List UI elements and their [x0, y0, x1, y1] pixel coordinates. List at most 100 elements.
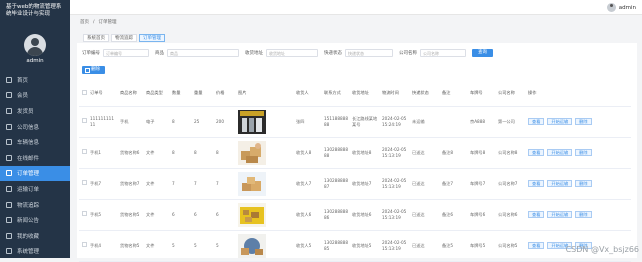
filter-label-company: 公司名称 [399, 51, 417, 56]
cell-goods-name: 货物名称7 [117, 168, 143, 200]
table-row: 手机5 货物名称5 文件 6 6 6 收货人6 13028888886 收货地址… [79, 199, 631, 231]
start-transport-button[interactable]: 开始运输 [547, 149, 573, 156]
goods-input[interactable]: 商品 [167, 49, 239, 57]
cell-company: 公司名称6 [495, 199, 525, 231]
cell-price: 6 [213, 199, 235, 231]
top-user-menu[interactable]: admin [606, 3, 636, 12]
cell-time: 2024-02-05 15:24:19 [379, 106, 409, 138]
cell-receiver: 收货人7 [293, 168, 321, 200]
sidebar-item-home[interactable]: 首页 [0, 72, 70, 88]
delete-button[interactable]: 删除 [575, 118, 592, 125]
delete-button[interactable]: 删除 [575, 180, 592, 187]
cell-status: 未运输 [409, 106, 439, 138]
admin-avatar[interactable] [24, 34, 46, 56]
sidebar-item-member[interactable]: 会员 [0, 88, 70, 104]
row-checkbox[interactable] [82, 149, 87, 155]
sidebar-item-system[interactable]: 系统管理 [0, 244, 70, 260]
cell-remark: 备注5 [439, 230, 467, 262]
parcel-image [238, 202, 266, 227]
cell-price: 8 [213, 137, 235, 169]
sidebar-item-shipper[interactable]: 发货员 [0, 103, 70, 119]
cell-remark: 备注7 [439, 168, 467, 200]
watermark: CSDN @Vx_bsjz66 [565, 245, 639, 254]
cell-goods-name: 货物名称5 [117, 199, 143, 231]
top-username: admin [618, 4, 636, 11]
cell-price: 5 [213, 230, 235, 262]
batch-delete-button[interactable]: 删除 [82, 66, 105, 74]
home-icon [6, 76, 12, 83]
sidebar-item-company[interactable]: 公司信息 [0, 119, 70, 135]
cell-receiver: 张四 [293, 106, 321, 138]
delete-button[interactable]: 删除 [575, 211, 592, 218]
cell-plate: 车牌号8 [467, 137, 495, 169]
cell-order-no: 手机7 [87, 168, 117, 200]
sidebar-item-news[interactable]: 新闻公告 [0, 212, 70, 228]
cell-receiver: 收货人6 [293, 199, 321, 231]
tab-tracking[interactable]: 物流追踪 [111, 34, 137, 42]
sidebar-item-vehicle[interactable]: 车辆信息 [0, 134, 70, 150]
start-transport-button[interactable]: 开始运输 [547, 118, 573, 125]
delete-button[interactable]: 删除 [575, 149, 592, 156]
breadcrumb-home[interactable]: 首页 [80, 20, 89, 25]
row-checkbox[interactable] [82, 118, 87, 124]
cell-order-no: 手机4 [87, 230, 117, 262]
row-checkbox[interactable] [82, 211, 87, 217]
cell-price: 200 [213, 106, 235, 138]
search-button[interactable]: 查询 [472, 49, 493, 57]
tab-orders[interactable]: 订单管理 [139, 34, 165, 42]
company-input[interactable]: 公司名称 [420, 49, 466, 57]
parcel-image [238, 140, 266, 165]
avatar[interactable] [606, 3, 616, 12]
order-no-input[interactable]: 订单编号 [103, 49, 149, 57]
tab-home[interactable]: 系统首页 [83, 34, 109, 42]
cell-phone: 13028888888 [321, 137, 349, 169]
cell-company: 第一公司 [495, 106, 525, 138]
view-button[interactable]: 查看 [528, 242, 545, 249]
sidebar-item-favorites[interactable]: 我的收藏 [0, 228, 70, 244]
sidebar-item-mail[interactable]: 在线邮件 [0, 150, 70, 166]
view-button[interactable]: 查看 [528, 211, 545, 218]
cell-time: 2024-02-05 15:13:19 [379, 230, 409, 262]
breadcrumb-current: 订单管理 [98, 20, 117, 25]
cell-weight: 7 [191, 168, 213, 200]
cell-plate: 车牌号6 [467, 199, 495, 231]
view-button[interactable]: 查看 [528, 149, 545, 156]
truck-icon [6, 139, 12, 146]
orders-table: 订单号 商品名称 商品类型 数量 重量 价格 图片 收货人 联系方式 收货地址 … [79, 81, 631, 262]
breadcrumb-separator: / [93, 20, 95, 25]
main-area: 首页 / 订单管理 系统首页 物流追踪 订单管理 订单编号 订单编号 商品 商品 收… [70, 15, 642, 262]
cell-address: 收货地址5 [349, 230, 379, 262]
row-checkbox[interactable] [82, 242, 87, 248]
col-actions: 操作 [525, 81, 631, 107]
cell-time: 2024-02-05 15:13:19 [379, 137, 409, 169]
cell-company: 公司名称7 [495, 168, 525, 200]
status-select[interactable]: 快递状态 [345, 49, 393, 57]
start-transport-button[interactable]: 开始运输 [547, 211, 573, 218]
start-transport-button[interactable]: 开始运输 [547, 180, 573, 187]
cell-address: 长江路线某地某号 [349, 106, 379, 138]
sidebar-item-orders[interactable]: 订单管理 [0, 165, 70, 182]
cell-price: 7 [213, 168, 235, 200]
cell-address: 收货地址7 [349, 168, 379, 200]
col-receiver: 收货人 [293, 81, 321, 107]
cell-quantity: 6 [169, 199, 191, 231]
col-company: 公司名称 [495, 81, 525, 107]
select-all-checkbox[interactable] [82, 90, 87, 96]
table-row: 手机7 货物名称7 文件 7 7 7 收货人7 13028888887 收货地址… [79, 168, 631, 200]
address-input[interactable]: 收货地址 [266, 49, 318, 57]
cell-remark: 备注6 [439, 199, 467, 231]
view-button[interactable]: 查看 [528, 180, 545, 187]
table-row: 11111111111 手机 电子 8 25 200 张四 1511888888… [79, 106, 631, 138]
tab-bar: 系统首页 物流追踪 订单管理 [83, 34, 167, 42]
col-weight: 重量 [191, 81, 213, 107]
row-checkbox[interactable] [82, 180, 87, 186]
cell-remark [439, 106, 467, 138]
sidebar-item-tracking[interactable]: 物流追踪 [0, 197, 70, 213]
cell-company: 公司名称5 [495, 230, 525, 262]
sidebar-item-transport[interactable]: 运输订单 [0, 181, 70, 197]
cell-receiver: 收货人8 [293, 137, 321, 169]
table-row: 手机1 货物名称6 文件 8 8 8 收货人8 13028888888 收货地址… [79, 137, 631, 169]
filter-label-goods: 商品 [155, 51, 164, 56]
cell-weight: 5 [191, 230, 213, 262]
view-button[interactable]: 查看 [528, 118, 545, 125]
